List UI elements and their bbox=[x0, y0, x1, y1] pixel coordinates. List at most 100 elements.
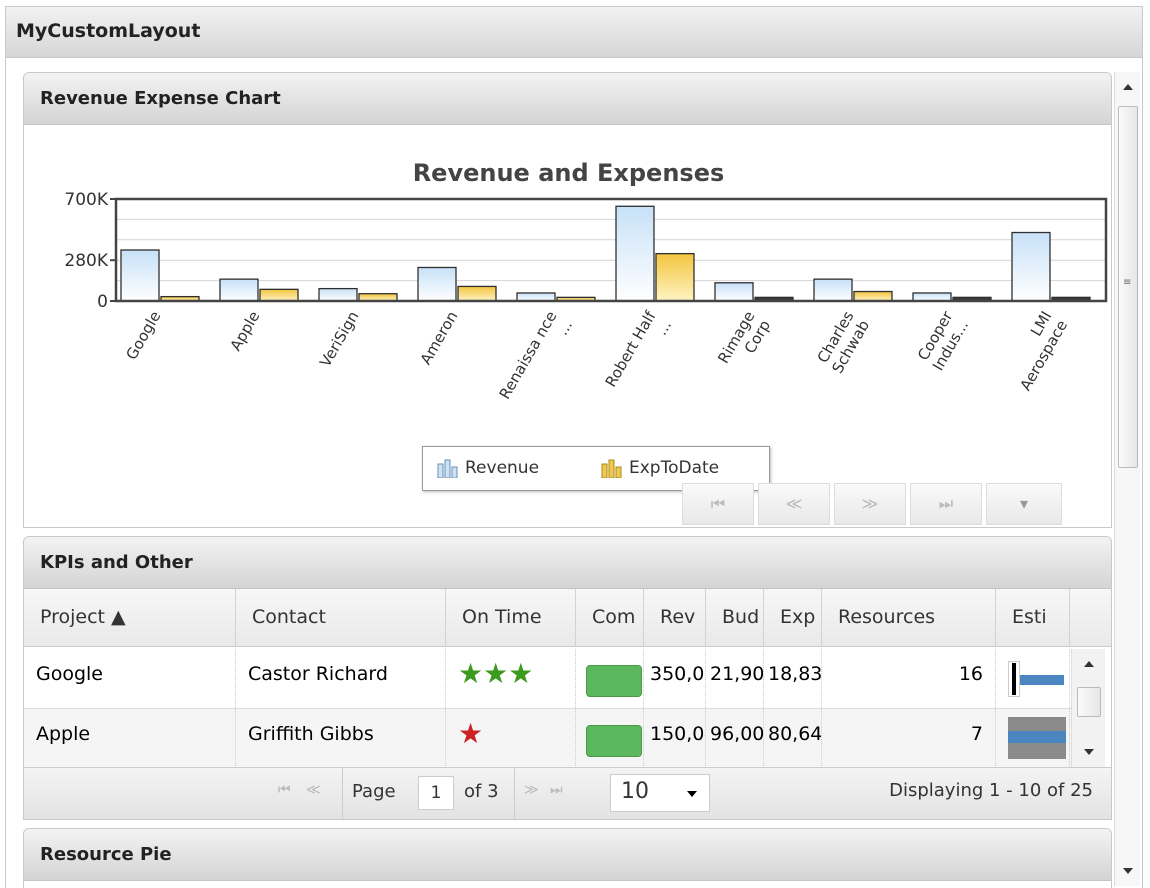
estimate-bar bbox=[1008, 731, 1066, 743]
bar-chart: 700K 280K 0 Google Apple VeriSign Ameron Renais… bbox=[64, 190, 1108, 411]
chart-menu-button[interactable]: ▾ bbox=[986, 483, 1062, 525]
page-scroll-thumb[interactable]: ≡ bbox=[1118, 106, 1138, 468]
x-tick-label: LMIAerospace bbox=[1001, 308, 1071, 394]
scroll-up-icon[interactable] bbox=[1123, 84, 1133, 90]
col-revenue[interactable]: Rev bbox=[644, 589, 706, 646]
cell-budget: 21,90 bbox=[706, 649, 764, 708]
x-tick-label: Apple bbox=[227, 308, 264, 354]
y-tick-label: 0 bbox=[97, 292, 108, 312]
scroll-up-icon[interactable] bbox=[1084, 661, 1094, 667]
panel-header[interactable]: Revenue Expense Chart bbox=[24, 73, 1111, 125]
grid-pager: ⏮ ≪ Page 1 of 3 ≫ ⏭ 10 Displaying 1 - 10… bbox=[24, 767, 1111, 819]
grip-icon: ≡ bbox=[1123, 277, 1132, 288]
panel-title: Revenue Expense Chart bbox=[40, 88, 281, 109]
bar-revenue bbox=[714, 282, 754, 302]
pager-divider bbox=[342, 768, 343, 819]
y-tick-label: 280K bbox=[64, 251, 108, 271]
col-resources[interactable]: Resources bbox=[822, 589, 996, 646]
revenue-expense-panel: Revenue Expense Chart Revenue and Expens… bbox=[23, 72, 1112, 528]
bar-revenue bbox=[615, 205, 655, 302]
x-tick-label: Renaissa nce... bbox=[496, 308, 576, 411]
page-size-value: 10 bbox=[621, 779, 649, 804]
col-on-time[interactable]: On Time bbox=[446, 589, 576, 646]
cell-budget: 96,00 bbox=[706, 709, 764, 768]
bar-revenue bbox=[318, 287, 358, 302]
bar-exptodate bbox=[655, 252, 695, 302]
page-label: Page bbox=[352, 781, 396, 802]
page-scrollbar[interactable]: ≡ bbox=[1114, 72, 1140, 886]
scroll-down-icon[interactable] bbox=[1084, 749, 1094, 755]
col-complete[interactable]: Com bbox=[576, 589, 644, 646]
cell-complete bbox=[576, 649, 644, 708]
page-size-select[interactable]: 10 bbox=[610, 774, 710, 812]
percent-bar bbox=[586, 665, 642, 697]
x-tick-label: Google bbox=[122, 308, 164, 363]
bar-revenue bbox=[219, 278, 259, 302]
page-input[interactable]: 1 bbox=[418, 776, 454, 810]
col-contact[interactable]: Contact bbox=[236, 589, 446, 646]
panel-header[interactable]: Resource Pie bbox=[24, 829, 1111, 881]
estimate-marker bbox=[1012, 663, 1016, 695]
star-rating-icon: ★★★ bbox=[446, 649, 576, 708]
last-page-icon[interactable]: ⏭ bbox=[550, 782, 563, 798]
cell-estimate bbox=[996, 709, 1070, 768]
chart-prev-button[interactable]: ≪ bbox=[758, 483, 830, 525]
cell-revenue: 350,0 bbox=[644, 649, 706, 708]
legend-revenue-label: Revenue bbox=[465, 458, 540, 478]
grid-scroll-thumb[interactable] bbox=[1077, 687, 1101, 717]
cell-estimate bbox=[996, 649, 1070, 708]
exptodate-swatch-icon bbox=[601, 459, 622, 478]
grid-header: Project ▲ Contact On Time Com Rev Bud Ex… bbox=[24, 589, 1111, 647]
chart-last-button[interactable]: ⏭ bbox=[910, 483, 982, 525]
next-page-icon[interactable]: ≫ bbox=[524, 782, 539, 798]
x-tick-label: Robert Half... bbox=[602, 307, 676, 399]
cell-project: Google bbox=[24, 649, 236, 708]
percent-bar bbox=[586, 725, 642, 757]
panel-title: Resource Pie bbox=[40, 844, 172, 865]
cell-expense: 80,64 bbox=[764, 709, 822, 768]
layout-body: Revenue Expense Chart Revenue and Expens… bbox=[5, 58, 1143, 888]
y-tick-label: 700K bbox=[64, 190, 108, 210]
first-page-icon[interactable]: ⏮ bbox=[278, 782, 291, 798]
cell-resources: 16 bbox=[822, 649, 996, 708]
cell-revenue: 150,0 bbox=[644, 709, 706, 768]
x-tick-label: VeriSign bbox=[316, 308, 362, 370]
chevron-down-icon bbox=[687, 791, 697, 797]
col-expense[interactable]: Exp bbox=[764, 589, 822, 646]
legend-revenue[interactable]: Revenue bbox=[437, 458, 539, 478]
display-count: Displaying 1 - 10 of 25 bbox=[889, 780, 1093, 801]
legend-exptodate[interactable]: ExpToDate bbox=[601, 458, 719, 478]
revenue-swatch-icon bbox=[437, 459, 458, 478]
pager-divider bbox=[514, 768, 515, 819]
table-row[interactable]: Google Castor Richard ★★★ 350,0 21,90 18… bbox=[24, 649, 1071, 709]
bar-revenue bbox=[417, 266, 457, 302]
col-budget[interactable]: Bud bbox=[706, 589, 764, 646]
grid-scrollbar[interactable] bbox=[1071, 649, 1105, 767]
bar-exptodate bbox=[853, 290, 893, 302]
x-tick-label: Ameron bbox=[417, 308, 462, 368]
window-header: MyCustomLayout bbox=[5, 6, 1143, 58]
col-project[interactable]: Project ▲ bbox=[24, 589, 236, 646]
bar-revenue bbox=[813, 278, 853, 302]
x-tick-label: CooperIndus... bbox=[913, 307, 972, 373]
chart-first-button[interactable]: ⏮ bbox=[682, 483, 754, 525]
panel-title: KPIs and Other bbox=[40, 552, 193, 573]
x-tick-label: RimageCorp bbox=[714, 308, 774, 375]
legend-exptodate-label: ExpToDate bbox=[629, 458, 720, 478]
prev-page-icon[interactable]: ≪ bbox=[306, 782, 321, 798]
cell-expense: 18,83 bbox=[764, 649, 822, 708]
window-title: MyCustomLayout bbox=[16, 20, 201, 42]
panel-header[interactable]: KPIs and Other bbox=[24, 537, 1111, 589]
bar-exptodate bbox=[457, 285, 497, 302]
bar-revenue bbox=[120, 249, 160, 302]
table-row[interactable]: Apple Griffith Gibbs ★ 150,0 96,00 80,64… bbox=[24, 709, 1071, 769]
bar-revenue bbox=[1011, 231, 1051, 302]
x-tick-label: CharlesSchwab bbox=[813, 308, 873, 377]
page-count: of 3 bbox=[464, 781, 499, 802]
kpi-panel: KPIs and Other Project ▲ Contact On Time… bbox=[23, 536, 1112, 820]
bar-exptodate bbox=[259, 288, 299, 302]
col-estimate[interactable]: Esti bbox=[996, 589, 1070, 646]
cell-complete bbox=[576, 709, 644, 768]
scroll-down-icon[interactable] bbox=[1123, 868, 1133, 874]
chart-next-button[interactable]: ≫ bbox=[834, 483, 906, 525]
